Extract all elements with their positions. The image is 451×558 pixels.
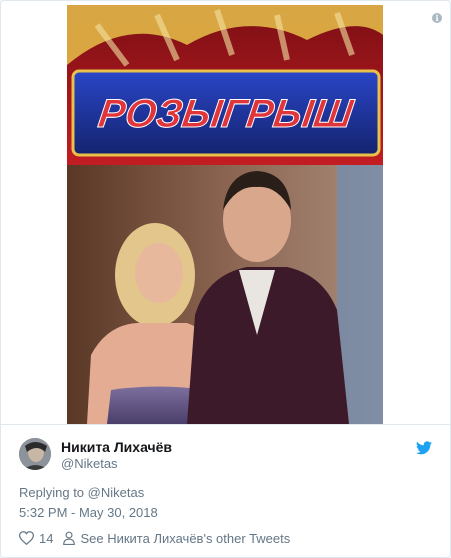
tweet-timestamp[interactable]: 5:32 PM - May 30, 2018: [19, 505, 158, 520]
tweet-image[interactable]: РОЗЫГРЫШ: [67, 5, 383, 424]
heart-icon[interactable]: [19, 531, 34, 545]
author-name[interactable]: Никита Лихачёв: [61, 439, 172, 455]
replying-prefix: Replying to: [19, 485, 88, 500]
person-icon: [63, 531, 76, 545]
tweet-footer: Никита Лихачёв @Niketas Replying to @Nik…: [1, 424, 450, 557]
author-handle[interactable]: @Niketas: [61, 456, 118, 471]
like-count[interactable]: 14: [39, 531, 53, 546]
replying-to-link[interactable]: @Niketas: [88, 485, 145, 500]
tweet-card: i РОЗЫГРЫШ Никита Лихачёв @Niketas Reply…: [0, 0, 451, 558]
info-icon[interactable]: i: [432, 13, 442, 23]
other-tweets-link[interactable]: See Никита Лихачёв's other Tweets: [80, 531, 290, 546]
woman-face: [135, 243, 183, 303]
tweet-actions: 14 See Никита Лихачёв's other Tweets: [19, 530, 290, 546]
author-avatar[interactable]: [19, 438, 51, 470]
twitter-bird-icon[interactable]: [416, 441, 432, 455]
banner-text: РОЗЫГРЫШ: [96, 91, 358, 136]
replying-to-line: Replying to @Niketas: [19, 485, 144, 500]
